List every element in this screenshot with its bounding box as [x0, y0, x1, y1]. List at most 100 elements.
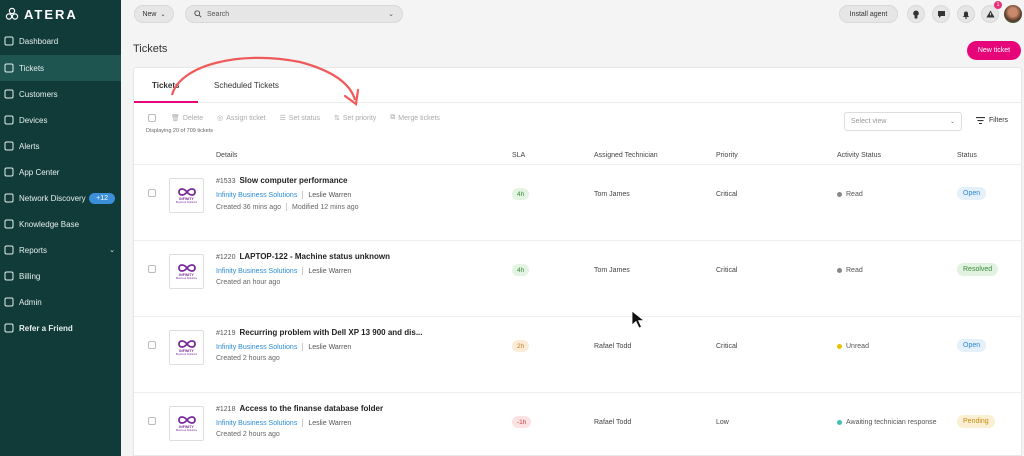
filter-icon: [976, 117, 985, 124]
sidebar-item-label: Reports: [19, 245, 48, 255]
ticket-title-text: LAPTOP-122 - Machine status unknown: [239, 252, 391, 261]
company-logo: INFINITY Business Solutions: [169, 330, 204, 365]
ticket-id: #1533: [216, 178, 236, 185]
status-dot-icon: [837, 268, 842, 273]
assign-ticket-button[interactable]: ◎ Assign ticket: [217, 114, 265, 123]
tab-tickets[interactable]: Tickets: [152, 81, 179, 90]
row-checkbox[interactable]: [148, 189, 156, 197]
table-row[interactable]: INFINITY Business Solutions #1219 Recurring…: [134, 316, 1021, 392]
user-avatar[interactable]: [1004, 5, 1022, 23]
app-center-icon: [4, 167, 14, 177]
created-time: Created 2 hours ago: [216, 431, 280, 438]
new-button[interactable]: New ⌄: [134, 5, 174, 23]
ticket-title[interactable]: #1220 LAPTOP-122 - Machine status unknown: [216, 252, 390, 261]
infinity-logo-icon: [177, 264, 196, 272]
company-link[interactable]: Infinity Business Solutions: [216, 344, 297, 351]
main-area: New ⌄ Search ⌄ Install agent 1 Tickets N…: [121, 0, 1024, 456]
row-checkbox[interactable]: [148, 265, 156, 273]
sidebar-item-reports[interactable]: Reports ⌄: [0, 237, 121, 263]
row-checkbox[interactable]: [148, 417, 156, 425]
sidebar-item-knowledge-base[interactable]: Knowledge Base: [0, 211, 121, 237]
ticket-title[interactable]: #1533 Slow computer performance: [216, 176, 348, 185]
sidebar-item-alerts[interactable]: Alerts: [0, 133, 121, 159]
delete-label: Delete: [182, 114, 204, 122]
sidebar-item-devices[interactable]: Devices: [0, 107, 121, 133]
company-logo-line2: Business Solutions: [175, 277, 198, 280]
activity-status-text: Unread: [846, 343, 869, 350]
install-agent-button[interactable]: Install agent: [839, 5, 898, 23]
new-ticket-button[interactable]: New ticket: [967, 41, 1021, 60]
column-details[interactable]: Details: [216, 152, 237, 159]
sidebar-item-network-discovery[interactable]: Network Discovery +12: [0, 185, 121, 211]
created-time: Created 2 hours ago: [216, 355, 280, 362]
bell-icon[interactable]: [957, 5, 975, 23]
status-badge[interactable]: Pending: [957, 415, 995, 428]
search-input[interactable]: Search ⌄: [185, 5, 403, 23]
delete-button[interactable]: 🗑 Delete: [171, 114, 204, 123]
priority: Low: [716, 419, 729, 426]
ticket-org: Infinity Business Solutions Leslie Warren: [216, 343, 351, 351]
column-status[interactable]: Status: [957, 152, 977, 159]
sidebar-item-customers[interactable]: Customers: [0, 81, 121, 107]
set-priority-button[interactable]: ⇅ Set priority: [334, 114, 376, 123]
table-row[interactable]: INFINITY Business Solutions #1218 Access to…: [134, 392, 1021, 456]
column-technician[interactable]: Assigned Technician: [594, 152, 658, 159]
filters-button[interactable]: Filters: [976, 117, 1008, 124]
lightbulb-icon[interactable]: [907, 5, 925, 23]
select-all-checkbox[interactable]: [148, 114, 156, 122]
app-window: ATERA Dashboard Tickets Customers Devices Al…: [0, 0, 1024, 456]
chevron-down-icon[interactable]: ⌄: [109, 246, 115, 254]
select-view-placeholder: Select view: [851, 118, 887, 125]
ticket-title[interactable]: #1219 Recurring problem with Dell XP 13 9…: [216, 328, 422, 337]
sidebar-item-label: Customers: [19, 89, 58, 99]
table-row[interactable]: INFINITY Business Solutions #1533 Slow comp…: [134, 164, 1021, 240]
ticket-title[interactable]: #1218 Access to the finanse database fold…: [216, 404, 383, 413]
alerts-icon: [4, 141, 14, 151]
sidebar-item-dashboard[interactable]: Dashboard: [0, 28, 121, 54]
atera-logo-icon: [5, 7, 19, 20]
sla-badge: -1h: [512, 416, 532, 428]
row-checkbox[interactable]: [148, 341, 156, 349]
sla-badge: 4h: [512, 188, 530, 200]
tickets-icon: [4, 63, 14, 73]
company-link[interactable]: Infinity Business Solutions: [216, 268, 297, 275]
merge-tickets-button[interactable]: ⧉ Merge tickets: [390, 114, 440, 122]
sidebar-item-tickets[interactable]: Tickets: [0, 55, 121, 81]
company-link[interactable]: Infinity Business Solutions: [216, 192, 297, 199]
sidebar-item-refer-a-friend[interactable]: Refer a Friend: [0, 315, 121, 341]
status-badge[interactable]: Open: [957, 339, 987, 352]
install-agent-label: Install agent: [849, 10, 888, 18]
sidebar-item-label: Admin: [19, 297, 42, 307]
column-priority[interactable]: Priority: [716, 152, 738, 159]
company-link[interactable]: Infinity Business Solutions: [216, 420, 297, 427]
sidebar-item-billing[interactable]: Billing: [0, 263, 121, 289]
table-row[interactable]: INFINITY Business Solutions #1220 LAPTOP-12…: [134, 240, 1021, 316]
sidebar-item-label: App Center: [19, 167, 60, 177]
priority: Critical: [716, 343, 738, 350]
created-time: Created an hour ago: [216, 279, 281, 286]
sidebar-item-app-center[interactable]: App Center: [0, 159, 121, 185]
company-logo-line2: Business Solutions: [175, 429, 198, 432]
status-badge[interactable]: Resolved: [957, 263, 999, 276]
chevron-down-icon[interactable]: ⌄: [388, 10, 394, 18]
column-sla[interactable]: SLA: [512, 152, 525, 159]
filters-label: Filters: [989, 117, 1009, 124]
status-badge[interactable]: Open: [957, 187, 987, 200]
column-activity-status[interactable]: Activity Status: [837, 152, 881, 159]
tab-scheduled-tickets[interactable]: Scheduled Tickets: [214, 81, 279, 90]
gift-icon: [4, 323, 14, 333]
sidebar-item-label: Knowledge Base: [19, 219, 80, 229]
sidebar-badge: +12: [89, 192, 115, 204]
ticket-created: Created 36 mins ago Modified 12 mins ago: [216, 203, 359, 211]
sidebar-item-admin[interactable]: Admin: [0, 289, 121, 315]
set-status-button[interactable]: ☰ Set status: [280, 114, 320, 123]
created-time: Created 36 mins ago: [216, 203, 281, 211]
company-logo: INFINITY Business Solutions: [169, 178, 204, 213]
bulk-actions-bar: 🗑 Delete ◎ Assign ticket ☰ Set status ⇅ Set …: [148, 112, 454, 124]
select-view-dropdown[interactable]: Select view ⌄: [844, 112, 962, 131]
chat-icon[interactable]: [932, 5, 950, 23]
ticket-created: Created 2 hours ago: [216, 355, 280, 362]
brand-logo[interactable]: ATERA: [0, 0, 121, 28]
knowledge-icon: [4, 219, 14, 229]
requester-name: Leslie Warren: [308, 343, 352, 351]
